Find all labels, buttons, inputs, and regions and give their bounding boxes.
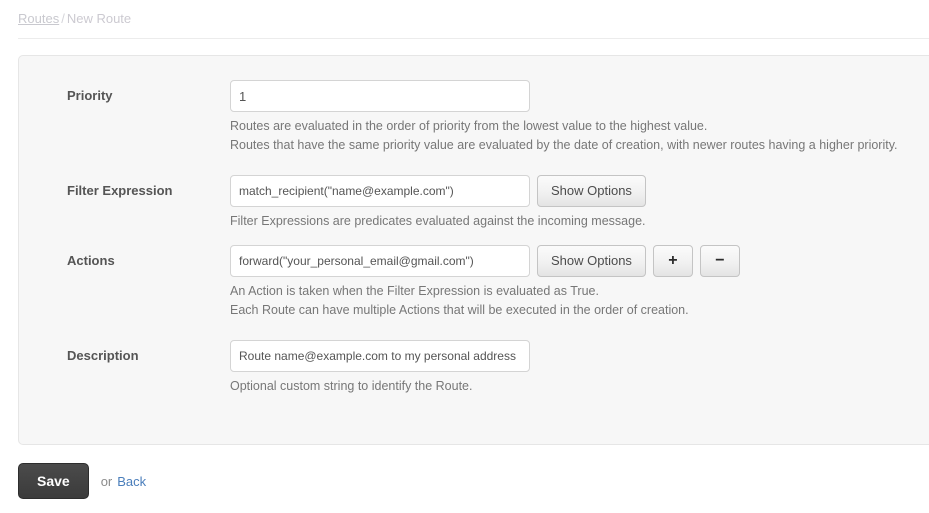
- remove-action-icon[interactable]: −: [699, 245, 740, 277]
- priority-help-line-1: Routes are evaluated in the order of pri…: [230, 119, 708, 133]
- actions-control-line: Show Options + −: [230, 245, 929, 277]
- back-link[interactable]: Back: [117, 474, 146, 489]
- priority-control-line: [230, 80, 929, 112]
- filter-expression-field-body: Show Options Filter Expressions are pred…: [230, 175, 929, 231]
- breadcrumb-separator: /: [61, 11, 65, 26]
- actions-field-body: Show Options + − An Action is taken when…: [230, 245, 929, 320]
- header-divider: [18, 38, 929, 39]
- priority-field-body: Routes are evaluated in the order of pri…: [230, 80, 929, 155]
- filter-expression-help-line-1: Filter Expressions are predicates evalua…: [230, 214, 646, 228]
- new-route-form-panel: Priority Routes are evaluated in the ord…: [18, 55, 929, 445]
- actions-help-line-2: Each Route can have multiple Actions tha…: [230, 303, 689, 317]
- description-field-body: Optional custom string to identify the R…: [230, 340, 929, 396]
- action-input[interactable]: [230, 245, 530, 277]
- filter-expression-input[interactable]: [230, 175, 530, 207]
- breadcrumb-current-new-route: New Route: [66, 11, 132, 26]
- description-control-line: [230, 340, 929, 372]
- description-input[interactable]: [230, 340, 530, 372]
- actions-help-line-1: An Action is taken when the Filter Expre…: [230, 284, 599, 298]
- save-button[interactable]: Save: [18, 463, 89, 499]
- breadcrumb-link-routes[interactable]: Routes: [18, 11, 59, 26]
- priority-label: Priority: [67, 88, 113, 103]
- filter-expression-label: Filter Expression: [67, 183, 173, 198]
- priority-input[interactable]: [230, 80, 530, 112]
- description-label: Description: [67, 348, 139, 363]
- actions-show-options-button[interactable]: Show Options: [537, 245, 646, 277]
- form-footer: Save or Back: [18, 463, 146, 499]
- priority-help-line-2: Routes that have the same priority value…: [230, 138, 898, 152]
- footer-or-text: or: [100, 473, 113, 489]
- actions-label: Actions: [67, 253, 115, 268]
- filter-expression-control-line: Show Options: [230, 175, 929, 207]
- description-help-line-1: Optional custom string to identify the R…: [230, 379, 473, 393]
- filter-expression-show-options-button[interactable]: Show Options: [537, 175, 646, 207]
- add-action-icon[interactable]: +: [652, 245, 693, 277]
- breadcrumb: Routes / New Route: [18, 11, 131, 26]
